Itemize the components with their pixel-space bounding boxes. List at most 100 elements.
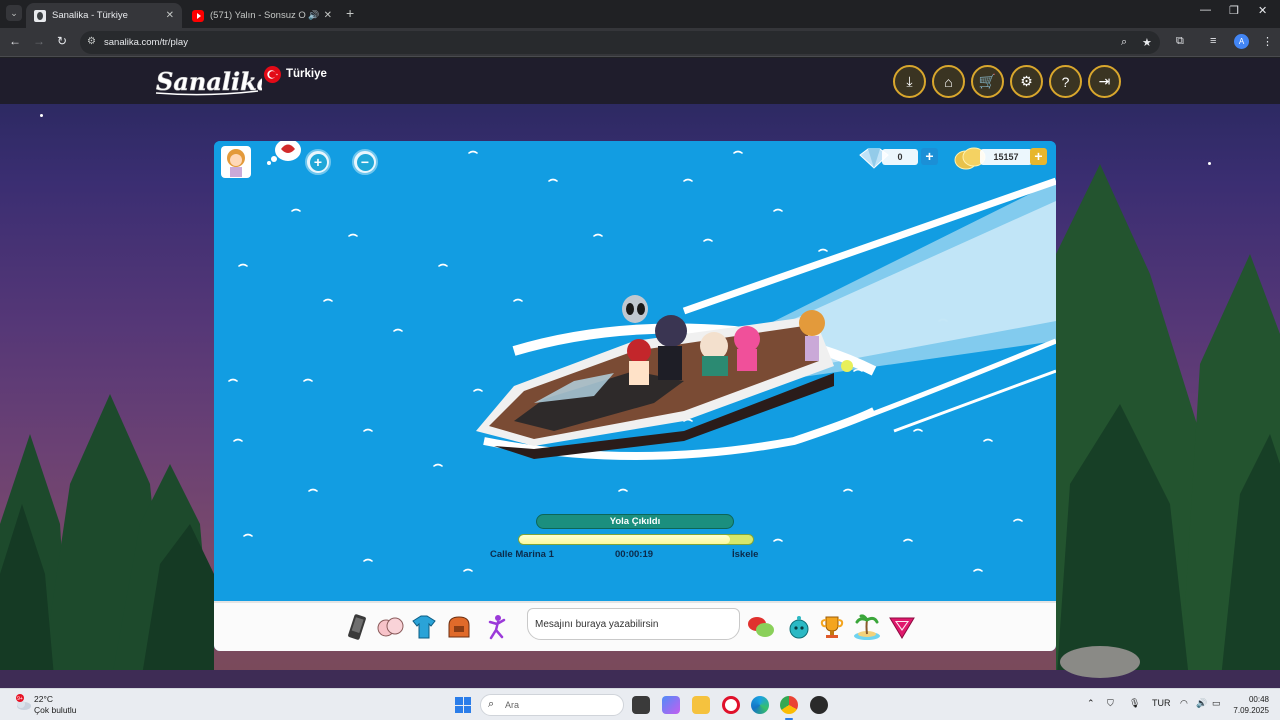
vip-gem-icon[interactable] [887,613,917,641]
taskbar-search-placeholder: Ara [505,700,520,710]
new-tab-button[interactable]: + [346,5,354,21]
chat-input[interactable] [528,609,739,639]
back-icon[interactable]: ← [9,34,21,48]
minimize-icon[interactable]: — [1200,4,1211,16]
pet-icon[interactable] [784,613,814,641]
help-icon: ? [1061,73,1070,90]
island-icon[interactable] [852,613,882,641]
turkey-flag-icon [264,66,281,83]
close-icon[interactable]: ✕ [324,10,332,21]
media-control-icon[interactable]: ≡ [1210,35,1216,47]
site-header: Sanalika Türkiye ⤓ ⌂ 🛒 ⚙ ? ⇥ [0,58,1280,104]
help-button[interactable]: ? [1049,65,1082,98]
phone-icon[interactable] [342,613,372,641]
buy-diamonds-button[interactable]: + [921,148,938,165]
weather-cloud-icon[interactable]: 9+ [14,694,32,712]
coin-count: 15157 [980,149,1032,165]
speaker-icon[interactable]: 🔊 [308,10,319,21]
mood-bubble-icon[interactable] [266,141,302,165]
tab-title: (571) Yalın - Sonsuz Ol - Yo [210,10,306,21]
route-elapsed-time: 00:00:19 [615,549,654,560]
tray-overflow-icon[interactable]: ⌃ [1087,698,1095,709]
settings-button[interactable]: ⚙ [1010,65,1043,98]
extensions-icon[interactable]: ⧉ [1176,35,1184,48]
taskbar-search[interactable]: ⌕ Ara [480,694,624,716]
clock-time[interactable]: 00:48 [1247,695,1269,704]
zoom-out-button[interactable]: − [352,149,378,175]
logout-button[interactable]: ⇥ [1088,65,1121,98]
menu-kebab-icon[interactable]: ⋮ [1262,35,1273,48]
weather-temperature[interactable]: 22°C [34,694,53,704]
region-label: Türkiye [286,68,327,80]
restore-icon[interactable]: ❐ [1229,4,1239,17]
edge-icon[interactable] [751,696,769,714]
download-icon: ⤓ [906,73,913,89]
site-info-icon[interactable]: ⚙ [87,36,96,47]
gear-icon: ⚙ [1020,73,1033,89]
app-icon[interactable] [810,696,828,714]
zoom-in-button[interactable]: + [305,149,331,175]
home-button[interactable]: ⌂ [932,65,965,98]
opera-icon[interactable] [722,696,740,714]
emotes-icon[interactable] [375,613,405,641]
volume-icon[interactable]: 🔊 [1196,698,1207,709]
route-status-label: Yola Çıkıldı [536,514,734,529]
tab-search-button[interactable]: ⌄ [6,5,22,21]
file-explorer-icon[interactable] [692,696,710,714]
diamond-count: 0 [882,149,918,165]
chrome-icon[interactable] [780,696,798,720]
buy-coins-button[interactable]: + [1030,148,1047,165]
route-progress-fill [519,535,730,544]
microphone-icon[interactable]: 🎙 [1129,698,1140,709]
forward-icon[interactable]: → [33,34,45,48]
shop-button[interactable]: 🛒 [971,65,1004,98]
address-bar[interactable]: ⚙ sanalika.com/tr/play ⌕ ★ [80,31,1160,54]
reload-icon[interactable]: ↻ [57,34,67,48]
tab-sanalika[interactable]: Sanalika - Türkiye ✕ [26,3,182,28]
battery-icon[interactable]: ▭ [1212,698,1221,709]
network-shield-icon[interactable]: ⛉ [1107,698,1114,709]
wifi-icon[interactable]: ◠ [1180,698,1188,709]
route-destination: İskele [732,549,759,560]
clock-date[interactable]: 7.09.2025 [1233,706,1269,715]
chevron-down-icon: ⌄ [10,7,18,18]
game-bottom-bar [214,601,1056,651]
close-icon[interactable]: ✕ [166,10,174,21]
star [40,114,43,117]
trophy-icon[interactable] [817,613,847,641]
chat-message-field[interactable] [527,608,740,640]
tab-title: Sanalika - Türkiye [52,10,128,21]
windows-taskbar: 9+ 22°C Çok bulutlu ⌕ Ara ⌃ ⛉ 🎙 TUR ◠ 🔊 … [0,688,1280,720]
profile-avatar[interactable]: A [1234,34,1249,49]
weather-badge: 9+ [17,696,23,702]
logout-icon: ⇥ [1098,73,1111,89]
my-avatar-button[interactable] [220,145,252,179]
cart-icon: 🛒 [978,73,997,89]
chat-bubbles-icon[interactable] [746,613,776,641]
language-indicator[interactable]: TUR [1152,698,1171,708]
download-button[interactable]: ⤓ [893,65,926,98]
sanalika-logo[interactable]: Sanalika [152,66,262,96]
sanalika-favicon-icon [34,9,46,22]
game-frame[interactable]: + − 0 + 15157 + Yola Çıkıldı Calle Marin… [214,141,1056,651]
route-progress-panel: Yola Çıkıldı Calle Marina 1 00:00:19 İsk… [484,514,784,564]
copilot-icon[interactable] [662,696,680,714]
wardrobe-icon[interactable] [409,613,439,641]
browser-toolbar: ← → ↻ ⚙ sanalika.com/tr/play ⌕ ★ ⧉ ≡ A ⋮ [0,28,1280,57]
window-close-icon[interactable]: ✕ [1258,4,1267,17]
weather-description[interactable]: Çok bulutlu [34,705,77,715]
windows-start-icon[interactable] [455,697,471,713]
tab-strip: ⌄ Sanalika - Türkiye ✕ (571) Yalın - Son… [0,0,1280,28]
home-icon: ⌂ [944,73,953,90]
tab-youtube[interactable]: (571) Yalın - Sonsuz Ol - Yo 🔊 ✕ [184,3,340,28]
task-view-icon[interactable] [632,696,650,714]
coin-counter: 15157 + [954,147,1054,170]
url-text[interactable]: sanalika.com/tr/play [104,37,188,48]
route-origin: Calle Marina 1 [490,549,554,560]
zoom-icon[interactable]: ⌕ [1121,36,1127,49]
bookmark-star-icon[interactable]: ★ [1142,36,1152,49]
plus-icon: + [309,153,327,171]
inventory-bag-icon[interactable] [444,613,474,641]
dance-icon[interactable] [482,613,512,641]
search-icon: ⌕ [488,698,495,710]
